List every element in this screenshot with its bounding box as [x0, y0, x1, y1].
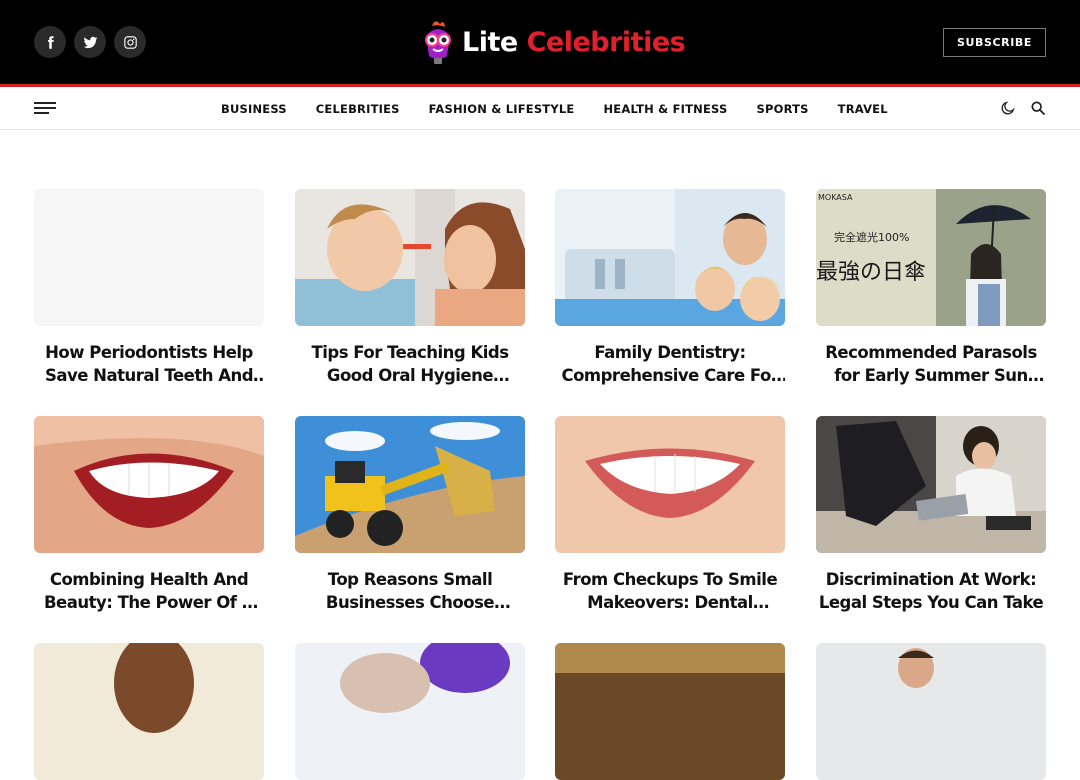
- post-card: [34, 643, 264, 780]
- ad-brand-text: MOKASA: [818, 193, 853, 202]
- instagram-icon[interactable]: [114, 26, 146, 58]
- ad-headline-text: 最強の日傘: [816, 260, 926, 285]
- logo-text-red: Celebrities: [517, 26, 686, 58]
- dark-mode-moon-icon[interactable]: [1000, 100, 1016, 116]
- post-thumbnail[interactable]: [816, 416, 1046, 553]
- post-thumbnail[interactable]: [555, 643, 785, 780]
- post-thumbnail[interactable]: [295, 189, 525, 326]
- nav-item-fashion-lifestyle[interactable]: FASHION & LIFESTYLE: [429, 102, 575, 116]
- post-title[interactable]: Discrimination At Work: Legal Steps You …: [816, 568, 1046, 614]
- post-title[interactable]: Tips For Teaching Kids Good Oral Hygiene…: [295, 341, 525, 387]
- nav-item-sports[interactable]: SPORTS: [757, 102, 809, 116]
- post-thumbnail[interactable]: [295, 416, 525, 553]
- facebook-icon[interactable]: [34, 26, 66, 58]
- site-header: Lite Celebrities SUBSCRIBE: [0, 0, 1080, 87]
- post-thumbnail[interactable]: MOKASA 完全遮光100% 最強の日傘: [816, 189, 1046, 326]
- logo-mascot-icon: [425, 21, 451, 64]
- post-thumbnail[interactable]: [816, 643, 1046, 780]
- nav-menu: BUSINESS CELEBRITIES FASHION & LIFESTYLE…: [221, 87, 917, 130]
- ad-subtext: 完全遮光100%: [834, 230, 909, 244]
- logo-text-white: Lite: [462, 26, 518, 58]
- post-card: Combining Health And Beauty: The Power O…: [34, 416, 264, 614]
- social-links: [34, 26, 146, 58]
- post-thumbnail[interactable]: [295, 643, 525, 780]
- post-thumbnail[interactable]: [34, 643, 264, 780]
- nav-item-health-fitness[interactable]: HEALTH & FITNESS: [603, 102, 727, 116]
- post-title[interactable]: Top Reasons Small Businesses Choose Equi…: [295, 568, 525, 614]
- post-card: [816, 643, 1046, 780]
- search-icon[interactable]: [1030, 100, 1046, 116]
- post-card: [555, 643, 785, 780]
- post-title[interactable]: Recommended Parasols for Early Summer Su…: [816, 341, 1046, 387]
- nav-item-celebrities[interactable]: CELEBRITIES: [316, 102, 400, 116]
- post-title[interactable]: Family Dentistry: Comprehensive Care For…: [555, 341, 785, 387]
- nav-tools: [1000, 100, 1046, 116]
- post-title[interactable]: Combining Health And Beauty: The Power O…: [34, 568, 264, 614]
- post-card: MOKASA 完全遮光100% 最強の日傘 Recommended Paraso…: [816, 189, 1046, 387]
- logo-text: Lite Celebrities: [462, 26, 686, 58]
- main-navigation: BUSINESS CELEBRITIES FASHION & LIFESTYLE…: [0, 87, 1080, 130]
- nav-item-travel[interactable]: TRAVEL: [838, 102, 888, 116]
- post-card: Tips For Teaching Kids Good Oral Hygiene…: [295, 189, 525, 387]
- post-title[interactable]: How Periodontists Help Save Natural Teet…: [34, 341, 264, 387]
- post-thumbnail[interactable]: [34, 416, 264, 553]
- post-thumbnail[interactable]: [555, 416, 785, 553]
- subscribe-button[interactable]: SUBSCRIBE: [943, 28, 1046, 57]
- post-card: How Periodontists Help Save Natural Teet…: [34, 189, 264, 387]
- post-card: Discrimination At Work: Legal Steps You …: [816, 416, 1046, 614]
- post-card: [295, 643, 525, 780]
- post-thumbnail[interactable]: [555, 189, 785, 326]
- twitter-icon[interactable]: [74, 26, 106, 58]
- nav-item-business[interactable]: BUSINESS: [221, 102, 287, 116]
- post-thumbnail[interactable]: [34, 189, 264, 326]
- post-card: Top Reasons Small Businesses Choose Equi…: [295, 416, 525, 614]
- post-title[interactable]: From Checkups To Smile Makeovers: Dental…: [555, 568, 785, 614]
- site-logo[interactable]: Lite Celebrities: [418, 18, 686, 66]
- hamburger-menu-icon[interactable]: [34, 102, 56, 115]
- post-card: Family Dentistry: Comprehensive Care For…: [555, 189, 785, 387]
- post-card: From Checkups To Smile Makeovers: Dental…: [555, 416, 785, 614]
